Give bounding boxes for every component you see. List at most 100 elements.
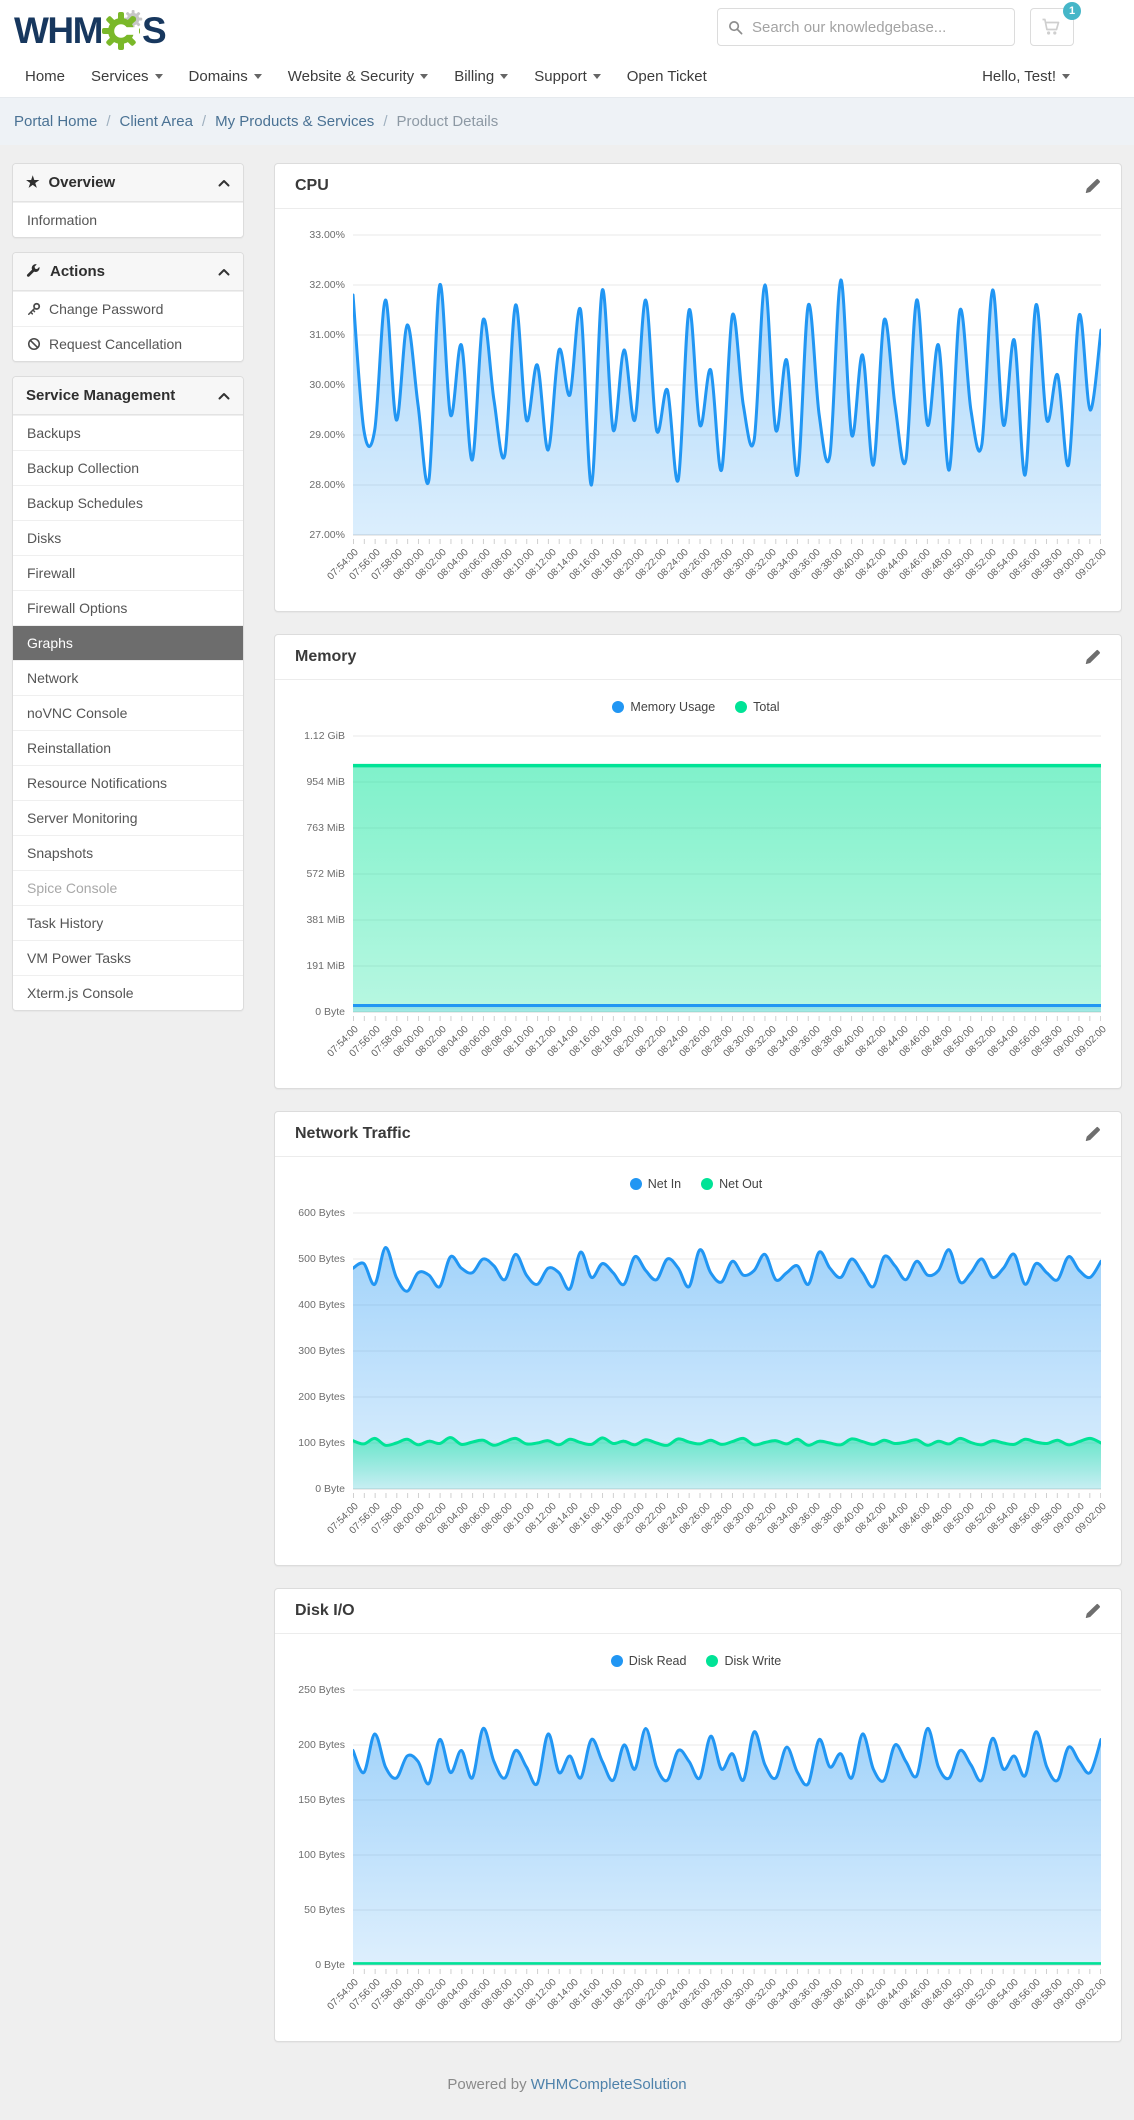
cart-icon (1041, 17, 1063, 37)
y-tick-label: 763 MiB (306, 822, 345, 834)
sidebar-item-vm-power-tasks[interactable]: VM Power Tasks (13, 940, 243, 975)
wrench-icon (26, 264, 41, 279)
sidebar-item-backup-schedules[interactable]: Backup Schedules (13, 485, 243, 520)
sidebar-item-firewall-options[interactable]: Firewall Options (13, 590, 243, 625)
chart-card-cpu: CPU 33.00%32.00%31.00%30.00%29.00%28.00%2… (274, 163, 1122, 612)
sidebar-item-firewall[interactable]: Firewall (13, 555, 243, 590)
cart-button[interactable]: 1 (1030, 8, 1074, 46)
legend-item-disk-write[interactable]: Disk Write (706, 1654, 781, 1668)
chart-card-header: CPU (275, 164, 1121, 209)
sidebar-item-snapshots[interactable]: Snapshots (13, 835, 243, 870)
nav-item-support[interactable]: Support (521, 68, 614, 85)
sidebar-item-information[interactable]: Information (13, 202, 243, 237)
sidebar-item-change-password[interactable]: Change Password (13, 291, 243, 326)
panel-heading-service-management[interactable]: Service Management (13, 377, 243, 415)
y-tick-label: 300 Bytes (298, 1345, 345, 1357)
sidebar-item-novnc-console[interactable]: noVNC Console (13, 695, 243, 730)
nav-item-domains[interactable]: Domains (176, 68, 275, 85)
panel-heading-overview[interactable]: ★Overview (13, 164, 243, 202)
chart-plot: 07:54:0007:56:0007:58:0008:00:0008:02:00… (353, 1678, 1101, 2031)
footer: Powered by WHMCompleteSolution (0, 2064, 1134, 2111)
whmcompletesolution-link[interactable]: WHMCompleteSolution (531, 2076, 687, 2093)
nav-item-website-security[interactable]: Website & Security (275, 68, 441, 85)
legend-dot-icon (611, 1655, 623, 1667)
chart-body: Disk Read Disk Write 250 Bytes 200 Bytes 150… (275, 1634, 1121, 2041)
sidebar-item-server-monitoring[interactable]: Server Monitoring (13, 800, 243, 835)
sidebar-item-network[interactable]: Network (13, 660, 243, 695)
legend-item-net-in[interactable]: Net In (630, 1177, 681, 1191)
breadcrumb-separator: / (383, 113, 387, 130)
sidebar-item-graphs[interactable]: Graphs (13, 625, 243, 660)
legend-item-total[interactable]: Total (735, 700, 779, 714)
edit-icon[interactable] (1084, 178, 1101, 195)
main-nav: Home ServicesDomainsWebsite & SecurityBil… (0, 56, 1134, 97)
chart-title: Network Traffic (295, 1125, 411, 1143)
chart-title: Disk I/O (295, 1602, 355, 1620)
legend-dot-icon (612, 701, 624, 713)
y-tick-label: 150 Bytes (298, 1794, 345, 1806)
chart-body: 33.00%32.00%31.00%30.00%29.00%28.00%27.0… (275, 209, 1121, 611)
search-input[interactable] (752, 19, 1004, 36)
nav-item-label: Home (25, 68, 65, 85)
whmcs-logo[interactable]: WHM S (14, 8, 165, 52)
y-tick-label: 250 Bytes (298, 1684, 345, 1696)
chart-legend: Memory Usage Total (291, 694, 1101, 720)
sidebar-item-backups[interactable]: Backups (13, 415, 243, 450)
panel-title: Actions (50, 263, 209, 280)
y-tick-label: 400 Bytes (298, 1299, 345, 1311)
y-tick-label: 600 Bytes (298, 1207, 345, 1219)
panel-heading-actions[interactable]: Actions (13, 253, 243, 291)
sidebar-panel-actions: Actions Change PasswordRequest Cancellati… (12, 252, 244, 362)
breadcrumb: Portal Home/Client Area/My Products & Se… (14, 113, 498, 130)
chart-plot: 07:54:0007:56:0007:58:0008:00:0008:02:00… (353, 724, 1101, 1078)
sidebar-item-xterm-js-console[interactable]: Xterm.js Console (13, 975, 243, 1010)
sidebar-item-label: Information (27, 212, 97, 228)
sidebar: ★Overview Information Actions Change Passwo… (12, 163, 244, 1025)
edit-icon[interactable] (1084, 1603, 1101, 1620)
legend-item-net-out[interactable]: Net Out (701, 1177, 762, 1191)
caret-down-icon (593, 74, 601, 79)
legend-item-disk-read[interactable]: Disk Read (611, 1654, 687, 1668)
chart-row: 33.00%32.00%31.00%30.00%29.00%28.00%27.0… (291, 223, 1101, 601)
chart-card-network: Network TrafficNet InNet Out600 Bytes500… (274, 1111, 1122, 1566)
edit-icon[interactable] (1084, 1126, 1101, 1143)
nav-item-billing[interactable]: Billing (441, 68, 521, 85)
nav-item-open-ticket[interactable]: Open Ticket (614, 68, 720, 85)
sidebar-item-label: VM Power Tasks (27, 950, 131, 966)
legend-item-memory-usage[interactable]: Memory Usage (612, 700, 715, 714)
y-axis-labels: 250 Bytes200 Bytes150 Bytes100 Bytes50 B… (291, 1678, 353, 1969)
legend-label: Net Out (719, 1177, 762, 1191)
y-tick-label: 27.00% (309, 529, 345, 541)
caret-down-icon (500, 74, 508, 79)
sidebar-item-reinstallation[interactable]: Reinstallation (13, 730, 243, 765)
breadcrumb-item-client-area[interactable]: Client Area (120, 113, 193, 130)
sidebar-item-resource-notifications[interactable]: Resource Notifications (13, 765, 243, 800)
sidebar-panel-service-management: Service ManagementBackupsBackup Collecti… (12, 376, 244, 1011)
y-tick-label: 200 Bytes (298, 1739, 345, 1751)
breadcrumb-item-portal-home[interactable]: Portal Home (14, 113, 97, 130)
user-menu[interactable]: Hello, Test! (982, 68, 1070, 85)
breadcrumb-item-my-products-services[interactable]: My Products & Services (215, 113, 374, 130)
y-tick-label: 191 MiB (306, 960, 345, 972)
sidebar-item-label: Spice Console (27, 880, 117, 896)
nav-item-services[interactable]: Services (78, 68, 176, 85)
charts-column: CPU 33.00%32.00%31.00%30.00%29.00%28.00%2… (274, 163, 1122, 2064)
breadcrumb-item-product-details: Product Details (396, 113, 498, 130)
sidebar-panel-overview: ★Overview Information (12, 163, 244, 238)
nav-item-home[interactable]: Home (14, 68, 78, 85)
gear-logo-icon (100, 8, 144, 52)
sidebar-item-disks[interactable]: Disks (13, 520, 243, 555)
sidebar-item-request-cancellation[interactable]: Request Cancellation (13, 326, 243, 361)
sidebar-item-label: Resource Notifications (27, 775, 167, 791)
y-tick-label: 0 Byte (315, 1006, 345, 1018)
chart-legend: Disk Read Disk Write (291, 1648, 1101, 1674)
chart-title: Memory (295, 648, 356, 666)
caret-down-icon (155, 74, 163, 79)
sidebar-item-label: Firewall Options (27, 600, 127, 616)
sidebar-item-task-history[interactable]: Task History (13, 905, 243, 940)
edit-icon[interactable] (1084, 649, 1101, 666)
x-axis-labels: 07:54:0007:56:0007:58:0008:00:0008:02:00… (353, 1021, 1101, 1078)
sidebar-item-spice-console[interactable]: Spice Console (13, 870, 243, 905)
y-tick-label: 200 Bytes (298, 1391, 345, 1403)
sidebar-item-backup-collection[interactable]: Backup Collection (13, 450, 243, 485)
